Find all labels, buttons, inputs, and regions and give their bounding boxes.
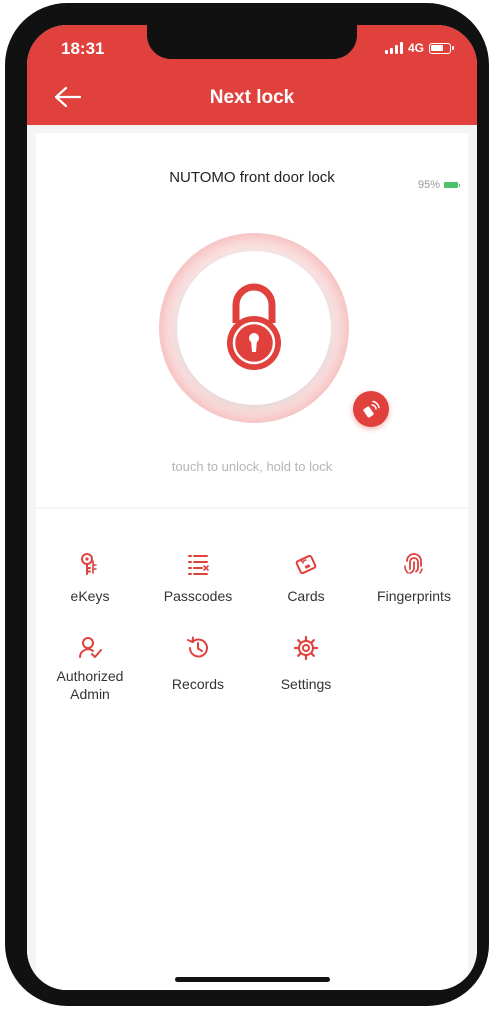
status-icons: 4G: [384, 41, 454, 55]
menu-fingerprints[interactable]: Fingerprints: [360, 551, 468, 605]
menu-authorized-admin[interactable]: Authorized Admin: [36, 635, 144, 703]
menu-passcodes[interactable]: Passcodes: [144, 551, 252, 605]
menu-passcodes-label: Passcodes: [163, 588, 233, 604]
ekey-icon: [81, 553, 97, 575]
menu-ekeys-label: eKeys: [70, 588, 110, 604]
menu-admin-label: Authorized Admin: [36, 667, 144, 703]
admin-user-icon: [79, 637, 102, 658]
lock-panel: NUTOMO front door lock 95% touch to unlo…: [36, 133, 468, 507]
card-icon: [295, 554, 317, 575]
menu-cards[interactable]: Cards: [252, 551, 360, 605]
lock-battery: 95%: [417, 179, 460, 191]
app-screen: 18:31 4G Next lock NUTOMO front door loc…: [27, 25, 477, 990]
content-area: NUTOMO front door lock 95% touch to unlo…: [27, 125, 477, 990]
passcode-list-icon: [188, 555, 209, 575]
menu-fingerprints-label: Fingerprints: [377, 588, 451, 604]
feature-menu: eKeys Passcodes Cards Fingerprints Autho…: [36, 509, 468, 990]
gear-icon: [293, 635, 319, 661]
menu-settings[interactable]: Settings: [252, 635, 360, 693]
menu-admin-label-line1: Authorized: [56, 668, 124, 684]
network-type: 4G: [407, 41, 424, 55]
padlock-icon: [227, 283, 281, 370]
phone-notch: [147, 25, 357, 59]
lock-hint: touch to unlock, hold to lock: [171, 459, 333, 474]
menu-records-label: Records: [171, 676, 225, 692]
menu-cards-label: Cards: [287, 588, 325, 604]
status-time: 18:31: [61, 39, 105, 58]
home-indicator[interactable]: [175, 977, 330, 982]
menu-admin-label-line2: Admin: [70, 686, 110, 702]
battery-percent: 95%: [417, 179, 440, 191]
menu-ekeys[interactable]: eKeys: [36, 551, 144, 605]
lock-button[interactable]: [159, 233, 349, 423]
page-title: Next lock: [209, 87, 295, 108]
menu-settings-label: Settings: [280, 676, 332, 692]
history-icon: [187, 636, 208, 658]
lock-button-inner: [177, 251, 331, 405]
nfc-remote-button[interactable]: [353, 391, 389, 427]
fingerprint-icon: [404, 553, 423, 574]
phone-frame: 18:31 4G Next lock NUTOMO front door loc…: [5, 3, 489, 1006]
signal-icon: [384, 42, 403, 54]
battery-status-icon: [429, 42, 454, 54]
battery-icon: [444, 182, 460, 188]
menu-records[interactable]: Records: [144, 635, 252, 693]
lock-name: NUTOMO front door lock: [169, 169, 335, 186]
remote-fob-icon: [363, 400, 380, 418]
